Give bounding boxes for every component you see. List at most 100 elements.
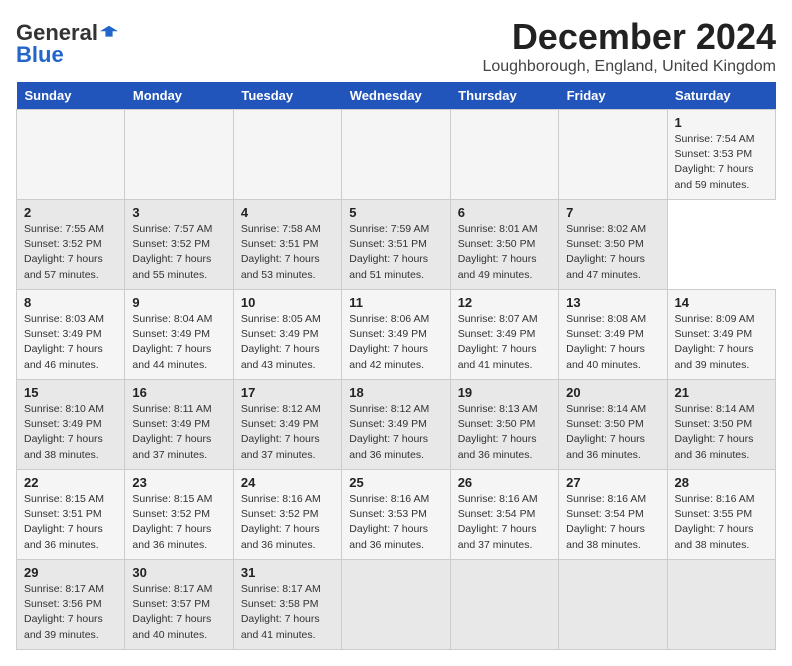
header-saturday: Saturday — [667, 82, 775, 110]
calendar-cell: 26 Sunrise: 8:16 AM Sunset: 3:54 PM Dayl… — [450, 470, 558, 560]
sunset-text: Sunset: 3:50 PM — [458, 418, 536, 430]
day-number: 19 — [458, 385, 551, 400]
sunset-text: Sunset: 3:50 PM — [566, 238, 644, 250]
calendar-cell — [342, 110, 450, 200]
day-info: Sunrise: 8:15 AM Sunset: 3:52 PM Dayligh… — [132, 492, 225, 553]
sunrise-text: Sunrise: 8:01 AM — [458, 223, 538, 235]
calendar-cell: 9 Sunrise: 8:04 AM Sunset: 3:49 PM Dayli… — [125, 290, 233, 380]
sunset-text: Sunset: 3:50 PM — [458, 238, 536, 250]
daylight-text: Daylight: 7 hours and 49 minutes. — [458, 253, 537, 280]
calendar-header-row: Sunday Monday Tuesday Wednesday Thursday… — [17, 82, 776, 110]
daylight-text: Daylight: 7 hours and 47 minutes. — [566, 253, 645, 280]
sunrise-text: Sunrise: 8:12 AM — [241, 403, 321, 415]
header-tuesday: Tuesday — [233, 82, 341, 110]
day-info: Sunrise: 7:59 AM Sunset: 3:51 PM Dayligh… — [349, 222, 442, 283]
day-info: Sunrise: 8:16 AM Sunset: 3:53 PM Dayligh… — [349, 492, 442, 553]
sunrise-text: Sunrise: 8:13 AM — [458, 403, 538, 415]
header-wednesday: Wednesday — [342, 82, 450, 110]
day-number: 15 — [24, 385, 117, 400]
day-info: Sunrise: 8:06 AM Sunset: 3:49 PM Dayligh… — [349, 312, 442, 373]
day-info: Sunrise: 8:12 AM Sunset: 3:49 PM Dayligh… — [241, 402, 334, 463]
sunset-text: Sunset: 3:52 PM — [24, 238, 102, 250]
daylight-text: Daylight: 7 hours and 36 minutes. — [132, 523, 211, 550]
day-info: Sunrise: 8:05 AM Sunset: 3:49 PM Dayligh… — [241, 312, 334, 373]
daylight-text: Daylight: 7 hours and 42 minutes. — [349, 343, 428, 370]
daylight-text: Daylight: 7 hours and 38 minutes. — [24, 433, 103, 460]
day-number: 12 — [458, 295, 551, 310]
daylight-text: Daylight: 7 hours and 51 minutes. — [349, 253, 428, 280]
sunrise-text: Sunrise: 8:10 AM — [24, 403, 104, 415]
day-number: 27 — [566, 475, 659, 490]
day-info: Sunrise: 8:15 AM Sunset: 3:51 PM Dayligh… — [24, 492, 117, 553]
daylight-text: Daylight: 7 hours and 36 minutes. — [24, 523, 103, 550]
calendar-cell — [667, 560, 775, 650]
sunset-text: Sunset: 3:49 PM — [241, 418, 319, 430]
sunset-text: Sunset: 3:49 PM — [24, 418, 102, 430]
day-info: Sunrise: 8:14 AM Sunset: 3:50 PM Dayligh… — [675, 402, 768, 463]
day-number: 11 — [349, 295, 442, 310]
daylight-text: Daylight: 7 hours and 38 minutes. — [566, 523, 645, 550]
logo-general: General — [16, 22, 98, 44]
day-info: Sunrise: 8:04 AM Sunset: 3:49 PM Dayligh… — [132, 312, 225, 373]
sunset-text: Sunset: 3:50 PM — [566, 418, 644, 430]
sunset-text: Sunset: 3:49 PM — [458, 328, 536, 340]
daylight-text: Daylight: 7 hours and 36 minutes. — [241, 523, 320, 550]
calendar-cell: 3 Sunrise: 7:57 AM Sunset: 3:52 PM Dayli… — [125, 200, 233, 290]
sunrise-text: Sunrise: 8:11 AM — [132, 403, 211, 415]
location-subtitle: Loughborough, England, United Kingdom — [482, 58, 776, 76]
day-number: 7 — [566, 205, 659, 220]
calendar-cell: 11 Sunrise: 8:06 AM Sunset: 3:49 PM Dayl… — [342, 290, 450, 380]
sunset-text: Sunset: 3:54 PM — [566, 508, 644, 520]
day-number: 14 — [675, 295, 768, 310]
daylight-text: Daylight: 7 hours and 40 minutes. — [566, 343, 645, 370]
calendar-cell: 25 Sunrise: 8:16 AM Sunset: 3:53 PM Dayl… — [342, 470, 450, 560]
sunset-text: Sunset: 3:57 PM — [132, 598, 210, 610]
daylight-text: Daylight: 7 hours and 41 minutes. — [241, 613, 320, 640]
day-number: 21 — [675, 385, 768, 400]
calendar-cell: 8 Sunrise: 8:03 AM Sunset: 3:49 PM Dayli… — [17, 290, 125, 380]
sunset-text: Sunset: 3:55 PM — [675, 508, 753, 520]
header-friday: Friday — [559, 82, 667, 110]
sunset-text: Sunset: 3:54 PM — [458, 508, 536, 520]
sunrise-text: Sunrise: 8:08 AM — [566, 313, 646, 325]
sunrise-text: Sunrise: 8:02 AM — [566, 223, 646, 235]
sunrise-text: Sunrise: 8:15 AM — [24, 493, 104, 505]
day-number: 24 — [241, 475, 334, 490]
day-number: 5 — [349, 205, 442, 220]
daylight-text: Daylight: 7 hours and 37 minutes. — [132, 433, 211, 460]
daylight-text: Daylight: 7 hours and 40 minutes. — [132, 613, 211, 640]
sunrise-text: Sunrise: 8:17 AM — [132, 583, 212, 595]
sunset-text: Sunset: 3:49 PM — [566, 328, 644, 340]
sunrise-text: Sunrise: 8:16 AM — [566, 493, 646, 505]
daylight-text: Daylight: 7 hours and 36 minutes. — [675, 433, 754, 460]
sunset-text: Sunset: 3:58 PM — [241, 598, 319, 610]
day-info: Sunrise: 7:54 AM Sunset: 3:53 PM Dayligh… — [675, 132, 768, 193]
day-info: Sunrise: 8:01 AM Sunset: 3:50 PM Dayligh… — [458, 222, 551, 283]
sunset-text: Sunset: 3:49 PM — [349, 418, 427, 430]
sunrise-text: Sunrise: 7:58 AM — [241, 223, 321, 235]
day-number: 6 — [458, 205, 551, 220]
day-info: Sunrise: 8:17 AM Sunset: 3:56 PM Dayligh… — [24, 582, 117, 643]
sunrise-text: Sunrise: 7:57 AM — [132, 223, 212, 235]
sunrise-text: Sunrise: 8:16 AM — [241, 493, 321, 505]
calendar-cell: 14 Sunrise: 8:09 AM Sunset: 3:49 PM Dayl… — [667, 290, 775, 380]
day-number: 13 — [566, 295, 659, 310]
day-number: 23 — [132, 475, 225, 490]
calendar-cell — [342, 560, 450, 650]
daylight-text: Daylight: 7 hours and 43 minutes. — [241, 343, 320, 370]
daylight-text: Daylight: 7 hours and 57 minutes. — [24, 253, 103, 280]
calendar-cell: 20 Sunrise: 8:14 AM Sunset: 3:50 PM Dayl… — [559, 380, 667, 470]
calendar-week-row: 2 Sunrise: 7:55 AM Sunset: 3:52 PM Dayli… — [17, 200, 776, 290]
day-number: 22 — [24, 475, 117, 490]
day-number: 9 — [132, 295, 225, 310]
day-number: 4 — [241, 205, 334, 220]
sunset-text: Sunset: 3:51 PM — [241, 238, 319, 250]
calendar-cell: 28 Sunrise: 8:16 AM Sunset: 3:55 PM Dayl… — [667, 470, 775, 560]
daylight-text: Daylight: 7 hours and 36 minutes. — [566, 433, 645, 460]
header-sunday: Sunday — [17, 82, 125, 110]
day-number: 25 — [349, 475, 442, 490]
calendar-cell: 19 Sunrise: 8:13 AM Sunset: 3:50 PM Dayl… — [450, 380, 558, 470]
day-number: 31 — [241, 565, 334, 580]
calendar-week-row: 29 Sunrise: 8:17 AM Sunset: 3:56 PM Dayl… — [17, 560, 776, 650]
daylight-text: Daylight: 7 hours and 39 minutes. — [675, 343, 754, 370]
